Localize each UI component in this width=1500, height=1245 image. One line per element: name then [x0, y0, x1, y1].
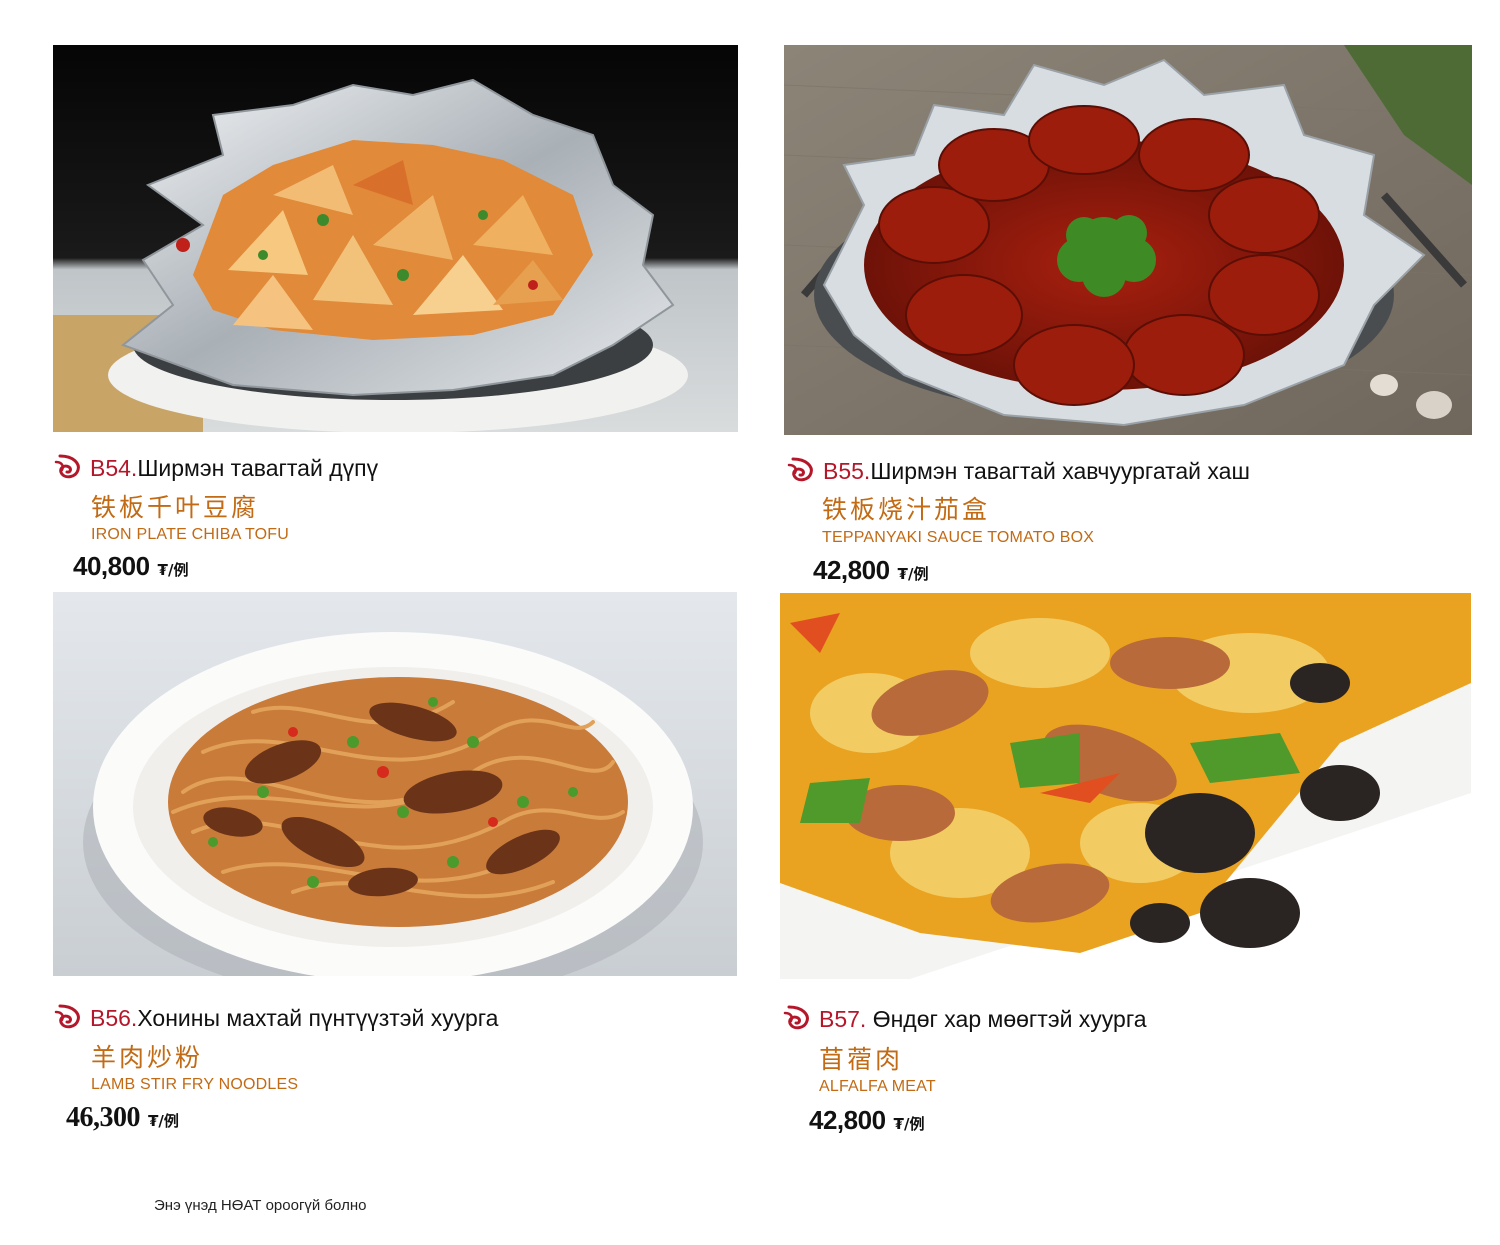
iron-plate-tofu-photo: [53, 45, 738, 432]
item-code: B57.: [819, 1005, 867, 1032]
item-name-mn: Ширмэн тавагтай дүпү: [137, 454, 379, 481]
item-price-unit: ₮/例: [157, 561, 189, 579]
item-price-row: 46,300 ₮/例: [66, 1102, 179, 1134]
item-price: 46,300: [66, 1102, 141, 1133]
swirl-bullet-icon: [787, 457, 813, 482]
item-name-en: TEPPANYAKI SAUCE TOMATO BOX: [822, 529, 1095, 546]
swirl-bullet-icon: [54, 1004, 80, 1029]
item-name-zh: 苜蓿肉: [819, 1045, 904, 1074]
item-name-zh: 铁板千叶豆腐: [91, 493, 260, 522]
item-name-en: LAMB STIR FRY NOODLES: [91, 1076, 299, 1093]
item-price: 42,800: [809, 1105, 886, 1135]
teppanyaki-eggplant-photo: [784, 45, 1472, 435]
item-code: B54.: [90, 454, 138, 481]
item-name-zh: 羊肉炒粉: [91, 1043, 204, 1072]
alfalfa-meat-photo: [780, 593, 1471, 979]
item-price-unit: ₮/例: [148, 1112, 179, 1130]
swirl-bullet-icon: [783, 1005, 809, 1030]
item-title-row: B55. Ширмэн тавагтай хавчуургатай хаш: [785, 455, 1250, 487]
item-price-unit: ₮/例: [893, 1115, 925, 1133]
item-price-unit: ₮/例: [897, 565, 929, 583]
item-name-zh: 铁板烧汁茄盒: [822, 495, 991, 524]
item-price-row: 42,800 ₮/例: [813, 555, 928, 586]
item-code: B55.: [823, 457, 871, 484]
item-name-mn: Хонины махтай пүнтүүзтэй хуурга: [137, 1004, 499, 1031]
item-title-row: B56. Хонины махтай пүнтүүзтэй хуурга: [52, 1002, 498, 1034]
vat-footnote: Энэ үнэд НӨАТ ороогүй болно: [154, 1197, 367, 1214]
item-title-row: B54. Ширмэн тавагтай дүпү: [52, 452, 378, 484]
item-price: 40,800: [73, 551, 150, 581]
item-price: 42,800: [813, 555, 890, 585]
item-name-mn: Ширмэн тавагтай хавчуургатай хаш: [870, 457, 1250, 484]
item-name-en: ALFALFA MEAT: [819, 1078, 936, 1095]
item-price-row: 40,800 ₮/例: [73, 551, 188, 582]
item-name-en: IRON PLATE CHIBA TOFU: [91, 526, 290, 543]
item-name-mn: Өндөг хар мөөгтэй хуурга: [866, 1005, 1147, 1032]
lamb-noodles-photo: [53, 592, 737, 976]
item-title-row: B57. Өндөг хар мөөгтэй хуурга: [781, 1003, 1147, 1035]
swirl-bullet-icon: [54, 454, 80, 479]
item-price-row: 42,800 ₮/例: [809, 1105, 924, 1136]
item-code: B56.: [90, 1004, 138, 1031]
